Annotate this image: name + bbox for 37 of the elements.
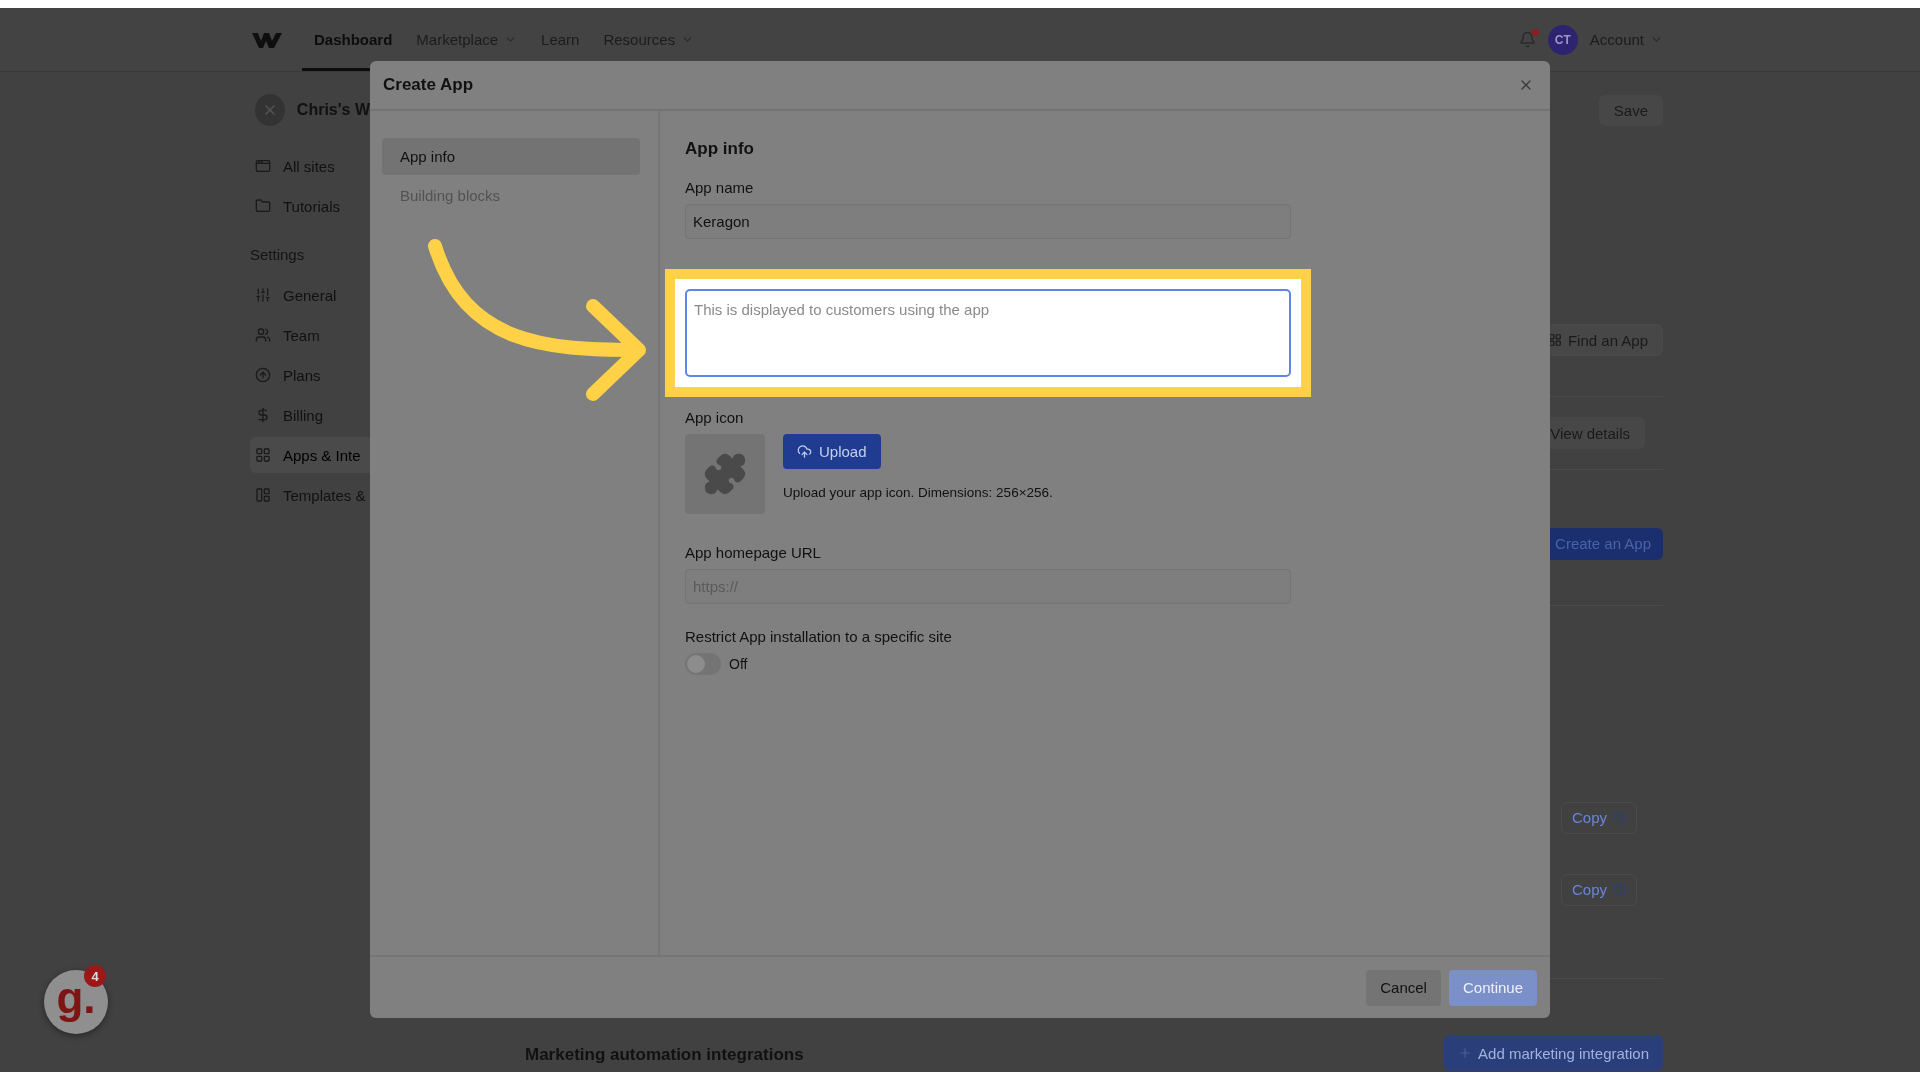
window-icon [255, 158, 271, 174]
add-integration-button[interactable]: Add marketing integration [1444, 1035, 1663, 1071]
arrow-circle-icon [255, 367, 271, 383]
toggle-switch[interactable] [685, 653, 721, 675]
step-tab[interactable]: App info [382, 138, 640, 175]
users-icon [255, 327, 271, 343]
folder-icon [255, 198, 271, 214]
bell-icon [1518, 31, 1536, 48]
copy-icon [1613, 811, 1626, 825]
logo-icon[interactable] [252, 30, 282, 49]
copy-button[interactable]: Copy [1560, 873, 1637, 906]
cancel-button[interactable]: Cancel [1366, 969, 1441, 1006]
workspace-avatar [255, 94, 285, 126]
notification-bell[interactable] [1518, 31, 1536, 48]
puzzle-icon [703, 452, 747, 496]
field-label: App icon [685, 409, 745, 426]
grid-icon [255, 447, 271, 463]
cloud-upload-icon [797, 444, 812, 459]
upload-hint: Upload your app icon. Dimensions: 256×256. [783, 485, 1053, 500]
user-avatar[interactable]: CT [1547, 24, 1578, 55]
dollar-icon [255, 407, 271, 423]
layout-icon [255, 487, 271, 503]
dialog-title: Create App [383, 75, 474, 95]
toggle-state: Off [729, 656, 748, 672]
field-label: App name [685, 179, 755, 196]
copy-icon [1613, 883, 1626, 897]
count-badge: 4 [84, 965, 106, 987]
description-field[interactable]: This is displayed to customers using the app [685, 289, 1291, 377]
section-heading: App info [685, 139, 755, 159]
plus-icon [1458, 1046, 1473, 1060]
app-name-field[interactable]: Keragon [685, 204, 1291, 239]
field-label: Restrict App installation to a specific site [685, 628, 953, 645]
upload-button[interactable]: Upload [783, 434, 881, 469]
copy-button[interactable]: Copy [1560, 801, 1637, 834]
sidebar-item[interactable]: Apps & Inte [250, 437, 370, 473]
field-label: App homepage URL [685, 544, 822, 561]
sliders-icon [255, 287, 271, 303]
